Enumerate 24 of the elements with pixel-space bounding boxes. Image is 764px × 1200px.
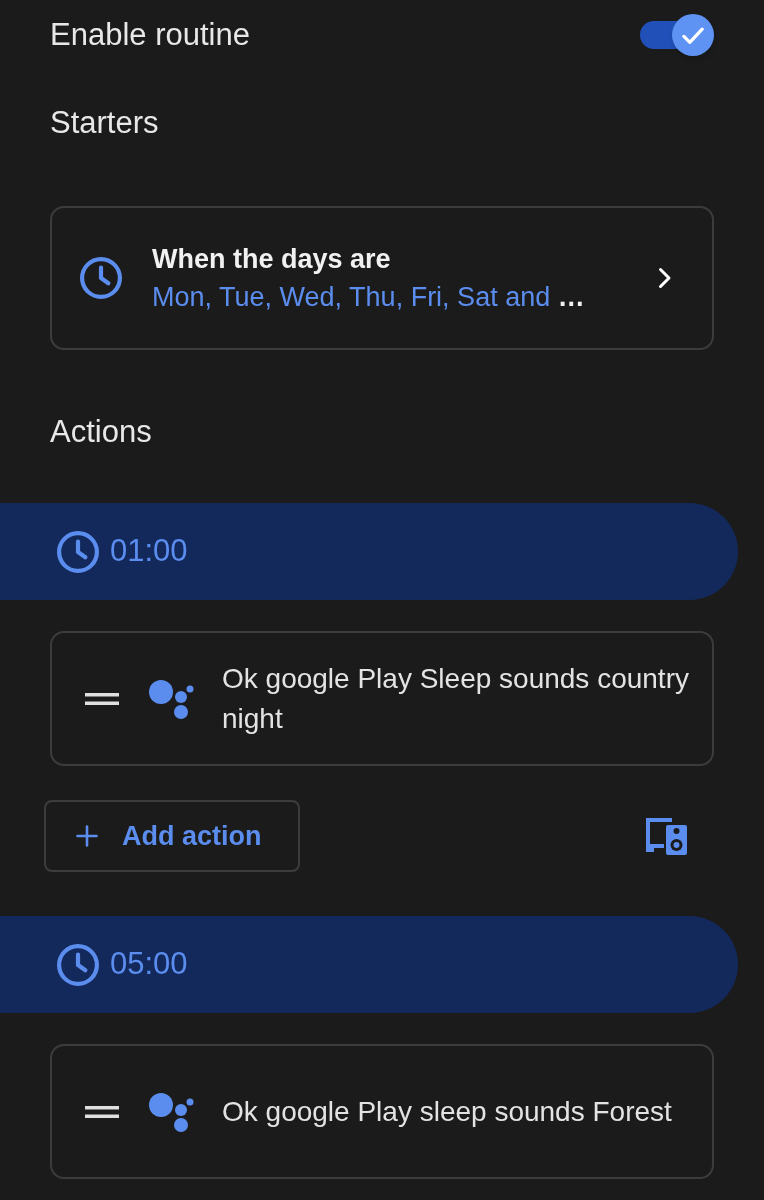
action-text: Ok google Play sleep sounds Forest xyxy=(222,1094,672,1129)
action-text: Ok google Play Sleep sounds country night xyxy=(222,661,690,736)
action-card[interactable]: Ok google Play Sleep sounds country night xyxy=(50,631,714,766)
chevron-right-icon xyxy=(658,267,672,289)
starter-title: When the days are xyxy=(152,243,392,276)
actions-heading: Actions xyxy=(50,412,152,451)
enable-toggle[interactable] xyxy=(640,14,714,56)
drag-handle-icon[interactable] xyxy=(85,1105,119,1118)
action-card[interactable]: Ok google Play sleep sounds Forest xyxy=(50,1044,714,1179)
starters-heading: Starters xyxy=(50,103,159,142)
drag-handle-icon[interactable] xyxy=(85,692,119,705)
starter-days: Mon, Tue, Wed, Thu, Fri, Sat and … xyxy=(152,278,658,316)
add-action-button[interactable]: Add action xyxy=(44,800,300,872)
starter-card[interactable]: When the days are Mon, Tue, Wed, Thu, Fri, Sat and … xyxy=(50,206,714,350)
clock-icon xyxy=(57,943,99,986)
clock-icon xyxy=(57,530,99,573)
check-icon xyxy=(682,26,704,44)
assistant-dots-icon xyxy=(149,678,195,719)
enable-routine-label: Enable routine xyxy=(50,15,250,54)
clock-icon xyxy=(80,257,122,299)
assistant-dots-icon xyxy=(149,1091,195,1132)
plus-icon xyxy=(76,825,98,847)
time-label: 01:00 xyxy=(110,532,188,571)
time-label: 05:00 xyxy=(110,945,188,984)
